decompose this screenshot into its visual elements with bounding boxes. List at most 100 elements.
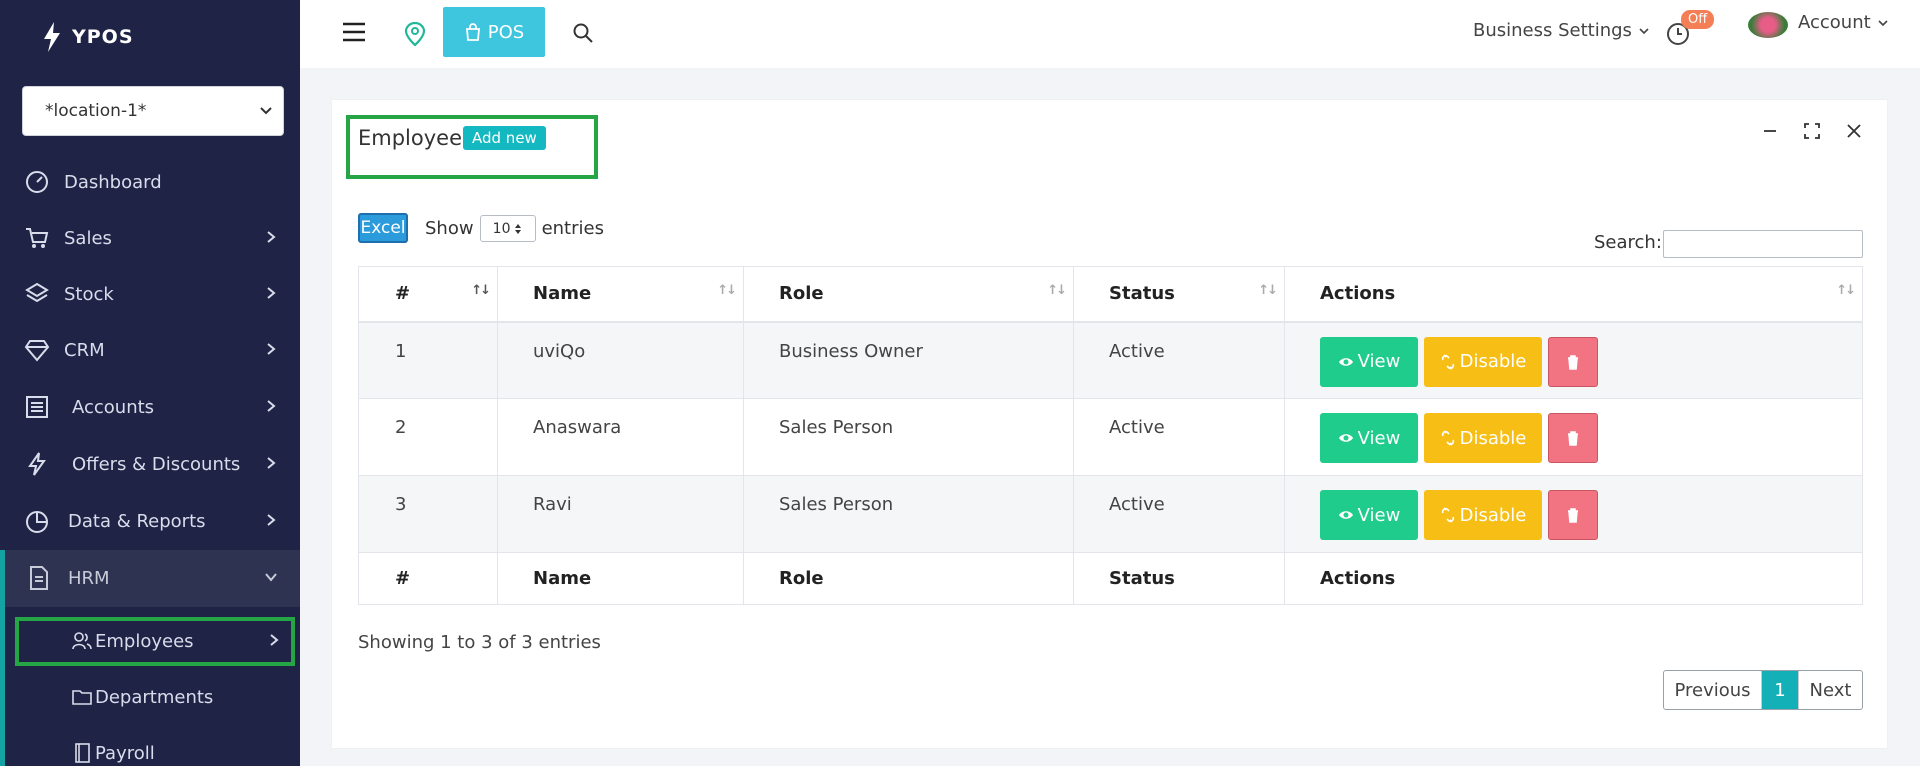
chevron-right-icon [267,400,276,412]
pos-button-label: POS [487,21,525,43]
delete-button[interactable] [1548,413,1598,463]
sidebar-subitem-payroll[interactable]: Payroll [5,728,300,766]
footer-header-role: Role [743,552,1074,605]
sort-asc-icon: ↑↓ [471,283,491,298]
sidebar-item-dashboard[interactable]: Dashboard [0,154,300,210]
delete-button[interactable] [1548,336,1598,387]
column-header-role[interactable]: Role ↑↓ [743,266,1074,323]
view-button[interactable]: View [1320,413,1418,463]
footer-header-status: Status [1073,552,1285,605]
table-row: 1 uviQo Business Owner Active View Disabl… [358,321,1863,399]
sidebar-item-accounts[interactable]: Accounts [0,379,300,435]
chevron-right-icon [267,231,276,243]
entries-select[interactable]: 10 [479,215,536,242]
sort-icon: ↑↓ [1047,283,1067,298]
column-header-actions[interactable]: Actions ↑↓ [1284,266,1863,323]
bolt-logo-icon [44,22,60,52]
sidebar-item-hrm[interactable]: HRM [0,550,300,607]
chevron-down-icon [265,573,277,582]
trash-icon [1568,354,1578,370]
cell-role: Sales Person [743,398,1074,476]
view-button[interactable]: View [1320,490,1418,540]
account-label: Account [1798,12,1871,33]
close-icon[interactable] [1845,122,1863,140]
location-select[interactable]: *location-1* [22,86,284,136]
diamond-icon [24,340,50,362]
cart-icon [26,228,49,248]
sidebar-item-label: Dashboard [64,171,162,193]
employees-highlight-box [15,617,295,666]
column-header-num[interactable]: # ↑↓ [358,266,498,323]
brand-logo[interactable]: YPOS [42,22,134,52]
sidebar-subitem-label: Departments [95,686,214,708]
column-header-label: # [395,283,411,305]
sidebar-item-stock[interactable]: Stock [0,266,300,322]
delete-button[interactable] [1548,490,1598,540]
eye-icon [1338,434,1353,442]
minimize-icon[interactable] [1761,122,1779,140]
table-row: 2 Anaswara Sales Person Active View Disab… [358,398,1863,476]
brand-name: YPOS [72,26,134,48]
view-button[interactable]: View [1320,336,1418,387]
sidebar: YPOS *location-1* Dashboard Sales Stock … [0,0,300,766]
sidebar-item-label: Stock [64,283,114,305]
spinner-arrows-icon [515,223,522,234]
sidebar-subitem-departments[interactable]: Departments [5,672,300,722]
next-button[interactable]: Next [1798,671,1862,709]
column-header-label: Status [1109,283,1175,305]
page-button-1[interactable]: 1 [1762,671,1798,709]
gauge-icon [26,171,48,193]
search-input[interactable] [1663,230,1863,258]
search-icon[interactable] [572,22,594,44]
hamburger-menu-icon[interactable] [342,20,366,44]
sidebar-item-reports[interactable]: Data & Reports [0,493,300,549]
sidebar-item-sales[interactable]: Sales [0,210,300,266]
cell-status: Active [1073,321,1285,399]
disable-button[interactable]: Disable [1424,336,1542,387]
disable-button[interactable]: Disable [1424,490,1542,540]
account-menu[interactable]: Account [1798,12,1889,33]
folder-icon [72,690,92,705]
table-info: Showing 1 to 3 of 3 entries [358,632,601,653]
shopping-bag-icon [465,23,480,41]
employee-card: Employee Add new Excel Show 10 entries S… [332,100,1887,748]
cell-name: Anaswara [497,398,744,476]
column-header-status[interactable]: Status ↑↓ [1073,266,1285,323]
trash-icon [1568,508,1578,523]
layers-icon [25,282,49,303]
sidebar-item-offers[interactable]: Offers & Discounts [0,436,300,492]
business-settings-menu[interactable]: Business Settings [1473,20,1650,41]
footer-header-num: # [358,552,498,605]
table-footer-row: # Name Role Status Actions [358,552,1863,605]
fullscreen-icon[interactable] [1803,122,1821,140]
cell-status: Active [1073,398,1285,476]
cell-num: 2 [358,398,498,476]
disable-button[interactable]: Disable [1424,413,1542,463]
sort-icon: ↑↓ [1258,283,1278,298]
chevron-right-icon [267,514,276,526]
disable-button-label: Disable [1459,427,1527,449]
excel-export-button[interactable]: Excel [358,213,408,243]
unlink-icon [1441,430,1454,446]
view-button-label: View [1357,351,1401,372]
sidebar-item-crm[interactable]: CRM [0,322,300,378]
sidebar-item-label: HRM [68,568,110,589]
avatar[interactable] [1748,12,1788,38]
cell-name: Ravi [497,475,744,553]
entries-label: entries [541,218,604,239]
location-pin-icon[interactable] [404,22,426,46]
card-tools [1761,122,1863,140]
pos-button[interactable]: POS [443,7,545,57]
column-header-label: Name [533,283,592,305]
eye-icon [1338,357,1353,366]
table-header-row: # ↑↓ Name ↑↓ Role ↑↓ Status ↑↓ Actions ↑↓ [358,266,1863,323]
pagination: Previous 1 Next [1663,670,1863,710]
previous-button[interactable]: Previous [1664,671,1762,709]
unlink-icon [1441,507,1454,523]
view-button-label: View [1357,427,1401,449]
search-label: Search: [1594,232,1662,253]
column-header-name[interactable]: Name ↑↓ [497,266,744,323]
ledger-icon [26,396,48,418]
pie-icon [26,511,48,533]
cell-role: Business Owner [743,321,1074,399]
